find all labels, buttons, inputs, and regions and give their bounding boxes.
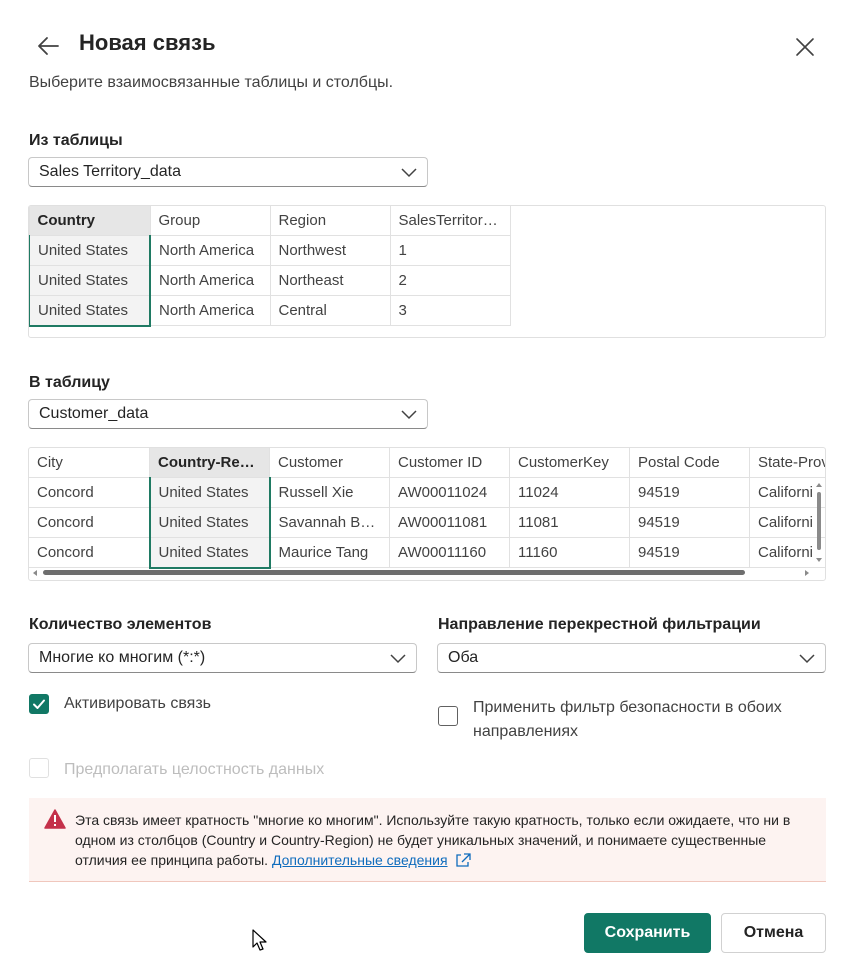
to-table-preview: City Country-Regi... Customer Customer I…	[28, 447, 826, 581]
vertical-scrollbar[interactable]	[812, 478, 826, 568]
table-cell: Concord	[29, 477, 150, 508]
dialog-subtitle: Выберите взаимосвязанные таблицы и столб…	[29, 74, 394, 91]
learn-more-link[interactable]: Дополнительные сведения	[272, 852, 448, 868]
cancel-button[interactable]: Отмена	[721, 913, 826, 953]
column-header-group[interactable]: Group	[149, 206, 271, 236]
open-external-icon[interactable]	[454, 852, 472, 868]
table-row: Concord United States Russell Xie AW0001…	[29, 477, 825, 508]
table-cell: AW00011024	[389, 477, 510, 508]
column-header-postal-code[interactable]: Postal Code	[629, 448, 750, 478]
arrow-left-icon	[38, 37, 59, 55]
table-cell: North America	[149, 295, 271, 326]
table-row: United States North America Central 3	[29, 295, 511, 327]
column-header-city[interactable]: City	[29, 448, 150, 478]
table-row: Concord United States Maurice Tang AW000…	[29, 537, 825, 569]
to-table-label: В таблицу	[29, 374, 110, 391]
cardinality-selected: Многие ко многим (*:*)	[39, 649, 206, 666]
from-table-preview: Country Group Region SalesTerritory... U…	[28, 205, 826, 338]
chevron-down-icon	[401, 410, 417, 420]
warning-message: Эта связь имеет кратность "многие ко мно…	[75, 810, 815, 870]
table-cell: 1	[389, 235, 511, 266]
assume-integrity-label: Предполагать целостность данных	[64, 761, 325, 778]
from-table-selected: Sales Territory_data	[39, 163, 181, 180]
checkmark-icon	[33, 699, 45, 709]
warning-icon	[44, 809, 66, 834]
chevron-down-icon	[390, 654, 406, 664]
from-table-grid: Country Group Region SalesTerritory... U…	[29, 206, 511, 327]
table-cell: Maurice Tang	[269, 537, 390, 568]
column-header-state-prov[interactable]: State-Prov	[749, 448, 825, 478]
to-table-dropdown[interactable]: Customer_data	[28, 399, 428, 429]
column-header-salesterritory[interactable]: SalesTerritory...	[389, 206, 511, 236]
to-table-selected: Customer_data	[39, 405, 149, 422]
assume-integrity-checkbox	[29, 758, 49, 778]
column-header-country[interactable]: Country	[29, 206, 151, 236]
security-filter-label-line1: Применить фильтр безопасности в обоих	[473, 699, 782, 716]
table-cell: 94519	[629, 537, 750, 568]
table-cell: United States	[148, 477, 271, 508]
cardinality-label: Количество элементов	[29, 616, 212, 633]
chevron-down-icon	[799, 654, 815, 664]
table-cell: Northwest	[269, 235, 391, 266]
table-cell: United States	[29, 265, 151, 296]
table-row: United States North America Northwest 1	[29, 235, 511, 266]
column-header-customer-id[interactable]: Customer ID	[389, 448, 510, 478]
table-cell: Concord	[29, 507, 150, 538]
table-cell: 94519	[629, 507, 750, 538]
column-header-region[interactable]: Region	[269, 206, 391, 236]
activate-relationship-checkbox[interactable]	[29, 694, 49, 714]
table-cell: United States	[29, 295, 151, 327]
table-cell: United States	[148, 507, 271, 538]
table-cell: 2	[389, 265, 511, 296]
table-cell: United States	[29, 235, 151, 266]
cardinality-dropdown[interactable]: Многие ко многим (*:*)	[28, 643, 417, 673]
table-cell: North America	[149, 265, 271, 296]
cross-filter-dropdown[interactable]: Оба	[437, 643, 826, 673]
dialog-title: Новая связь	[79, 30, 216, 55]
activate-relationship-label: Активировать связь	[64, 695, 211, 712]
close-icon	[796, 38, 814, 56]
column-header-country-region[interactable]: Country-Regi...	[149, 448, 270, 478]
table-cell: AW00011081	[389, 507, 510, 538]
table-cell: 11160	[509, 537, 630, 568]
table-cell: Central	[269, 295, 391, 326]
from-table-label: Из таблицы	[29, 132, 123, 149]
table-cell: AW00011160	[389, 537, 510, 568]
close-button[interactable]	[792, 34, 818, 60]
table-row: Concord United States Savannah Bak... AW…	[29, 507, 825, 538]
table-cell: Concord	[29, 537, 150, 568]
security-filter-checkbox[interactable]	[438, 706, 458, 726]
table-cell: Savannah Bak...	[269, 507, 390, 538]
column-header-customer[interactable]: Customer	[269, 448, 390, 478]
table-header-row: City Country-Regi... Customer Customer I…	[29, 448, 825, 478]
table-cell: North America	[149, 235, 271, 266]
table-cell: 94519	[629, 477, 750, 508]
security-filter-label-line2: направлениях	[473, 723, 578, 740]
from-table-dropdown[interactable]: Sales Territory_data	[28, 157, 428, 187]
table-cell: Russell Xie	[269, 477, 390, 508]
to-table-grid: City Country-Regi... Customer Customer I…	[29, 448, 825, 569]
table-cell: 11024	[509, 477, 630, 508]
table-cell: 3	[389, 295, 511, 326]
table-header-row: Country Group Region SalesTerritory...	[29, 206, 511, 236]
security-filter-label: Применить фильтр безопасности в обоих на…	[473, 696, 782, 744]
table-row: United States North America Northeast 2	[29, 265, 511, 296]
table-cell: 11081	[509, 507, 630, 538]
cross-filter-label: Направление перекрестной фильтрации	[438, 616, 761, 633]
mouse-cursor-icon	[252, 929, 268, 958]
save-button[interactable]: Сохранить	[584, 913, 711, 953]
chevron-down-icon	[401, 168, 417, 178]
table-cell: Northeast	[269, 265, 391, 296]
table-cell: United States	[148, 537, 271, 569]
column-header-customerkey[interactable]: CustomerKey	[509, 448, 630, 478]
back-button[interactable]	[34, 32, 62, 60]
cross-filter-selected: Оба	[448, 649, 479, 666]
horizontal-scrollbar[interactable]	[29, 565, 825, 580]
